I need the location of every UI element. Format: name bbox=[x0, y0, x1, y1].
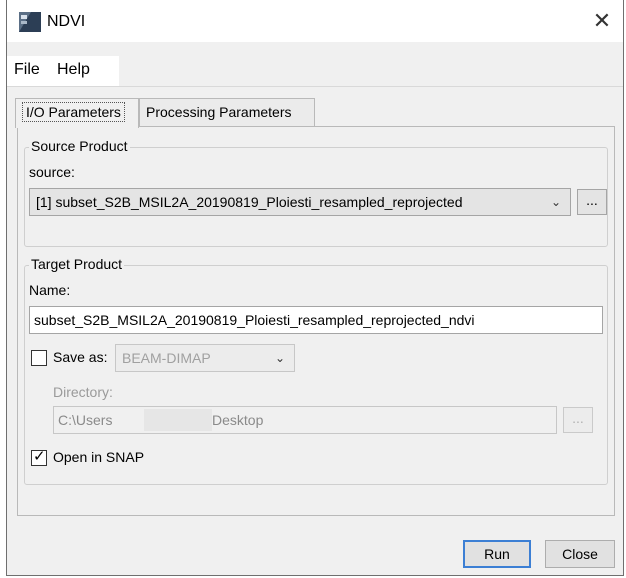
open-in-snap-label: Open in SNAP bbox=[53, 449, 145, 465]
directory-suffix: Desktop bbox=[212, 412, 264, 428]
target-product-legend: Target Product bbox=[29, 256, 125, 272]
close-button[interactable]: Close bbox=[545, 540, 615, 568]
title-bar: NDVI ✕ bbox=[7, 0, 623, 42]
source-product-legend: Source Product bbox=[29, 138, 130, 154]
directory-field[interactable]: C:\Users Desktop bbox=[53, 406, 557, 434]
directory-browse-button[interactable]: ... bbox=[563, 407, 593, 433]
target-name-field[interactable]: subset_S2B_MSIL2A_20190819_Ploiesti_resa… bbox=[29, 306, 603, 334]
source-product-dropdown[interactable]: [1] subset_S2B_MSIL2A_20190819_Ploiesti_… bbox=[29, 188, 571, 216]
format-value: BEAM-DIMAP bbox=[122, 350, 211, 366]
menu-divider bbox=[7, 86, 623, 87]
redacted-username bbox=[144, 409, 212, 431]
save-as-label: Save as: bbox=[53, 349, 108, 365]
tab-processing-parameters-label: Processing Parameters bbox=[146, 104, 292, 120]
run-button[interactable]: Run bbox=[463, 540, 531, 568]
tab-io-parameters-label: I/O Parameters bbox=[22, 102, 125, 122]
chevron-down-icon: ⌄ bbox=[550, 195, 562, 209]
menu-help[interactable]: Help bbox=[57, 61, 90, 79]
target-product-group: Target Product Name: subset_S2B_MSIL2A_2… bbox=[24, 256, 608, 485]
menu-file[interactable]: File bbox=[14, 61, 40, 79]
io-parameters-panel: Source Product source: [1] subset_S2B_MS… bbox=[17, 126, 615, 516]
source-product-group: Source Product source: [1] subset_S2B_MS… bbox=[24, 138, 608, 247]
open-in-snap-checkbox[interactable]: ✓ bbox=[31, 448, 47, 466]
format-dropdown[interactable]: BEAM-DIMAP ⌄ bbox=[115, 344, 295, 372]
name-label: Name: bbox=[29, 282, 71, 298]
window-title: NDVI bbox=[47, 13, 86, 30]
checkmark-icon: ✓ bbox=[33, 448, 46, 465]
tab-io-parameters[interactable]: I/O Parameters bbox=[15, 98, 139, 128]
source-product-value: [1] subset_S2B_MSIL2A_20190819_Ploiesti_… bbox=[36, 194, 463, 210]
save-as-checkbox[interactable] bbox=[31, 350, 47, 366]
snap-app-icon bbox=[19, 12, 41, 32]
source-label: source: bbox=[29, 164, 75, 180]
directory-label: Directory: bbox=[53, 384, 113, 400]
ndvi-dialog: NDVI ✕ File Help I/O Parameters Processi… bbox=[6, 0, 624, 576]
tab-processing-parameters[interactable]: Processing Parameters bbox=[139, 98, 315, 126]
chevron-down-icon: ⌄ bbox=[274, 351, 286, 365]
close-icon[interactable]: ✕ bbox=[589, 8, 615, 34]
directory-prefix: C:\Users bbox=[58, 412, 113, 428]
source-browse-button[interactable]: ... bbox=[577, 189, 607, 215]
